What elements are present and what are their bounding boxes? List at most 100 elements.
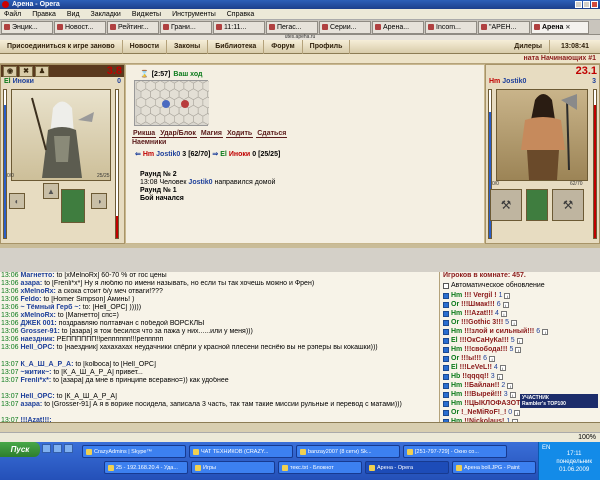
player-name[interactable]: !!!Шмак!!!	[461, 301, 495, 308]
chat-nick[interactable]: Магнетто:	[20, 272, 54, 279]
player-select-icon[interactable]	[443, 409, 449, 416]
chat-nick[interactable]: Feldo:	[20, 296, 41, 303]
strike-block-link[interactable]: Удар/Блок	[159, 130, 197, 138]
player-select-icon[interactable]	[443, 292, 449, 299]
hex-cell[interactable]	[193, 113, 204, 125]
tab[interactable]: Новост...	[54, 20, 106, 34]
player-name[interactable]: !!!ы!!!	[461, 355, 481, 362]
taskbar-button[interactable]: banzay2007 (8 сети) Sk...	[296, 445, 400, 458]
chat-nick[interactable]: азара:	[20, 280, 42, 287]
player-row[interactable]: El !!!ОкСаНуКа!!! 5 i	[440, 336, 600, 345]
menu-view[interactable]: Вид	[67, 11, 80, 18]
player-row[interactable]: Hb !!qqqq!! 3 i	[440, 372, 600, 381]
tab[interactable]: Серии...	[319, 20, 371, 34]
info-icon[interactable]: i	[502, 301, 509, 308]
player-select-icon[interactable]	[443, 328, 449, 335]
menu-edit[interactable]: Правка	[32, 11, 56, 18]
info-icon[interactable]: i	[516, 337, 523, 344]
taskbar-button[interactable]: [251-797-729] - Окно со...	[403, 445, 507, 458]
hex-cell[interactable]	[164, 113, 175, 125]
close-button[interactable]	[591, 1, 598, 8]
hex-cell[interactable]	[183, 113, 194, 125]
eye-icon[interactable]: ◉	[3, 65, 17, 77]
hex-cell[interactable]	[135, 113, 147, 125]
menu-widgets[interactable]: Виджеты	[132, 11, 161, 18]
chat-input-bar[interactable]	[0, 422, 600, 432]
player-name[interactable]: !!Байлан!!	[464, 382, 499, 389]
taskbar-button[interactable]: 25 - 192.168.20.4 - Уда...	[104, 461, 188, 474]
enemy-token-icon[interactable]	[181, 100, 189, 108]
hex-cell[interactable]	[154, 113, 166, 125]
player-name[interactable]: !!qqqq!!	[462, 373, 488, 380]
player-select-icon[interactable]	[443, 382, 449, 389]
player-select-icon[interactable]	[443, 337, 449, 344]
clock[interactable]: 17:11 понедельник 01.06.2009	[556, 450, 592, 474]
laws-link[interactable]: Законы	[167, 39, 209, 54]
tab[interactable]: Рейтинг...	[107, 20, 159, 34]
magic-link[interactable]: Магия	[199, 130, 223, 138]
surrender-link[interactable]: Сдаться	[256, 130, 288, 138]
player-row[interactable]: El !!!LeVeL!! 4 i	[440, 363, 600, 372]
hex-cell[interactable]	[145, 113, 156, 125]
player-select-icon[interactable]	[443, 373, 449, 380]
player-row[interactable]: Or !!!Gothic 3!!! 5 i	[440, 318, 600, 327]
player-select-icon[interactable]	[443, 301, 449, 308]
tab[interactable]: Пегас...	[266, 20, 318, 34]
axe-weapon-icon[interactable]: ⚒	[490, 189, 522, 221]
taskbar-button[interactable]: CrazyAdmins | Skype™	[82, 445, 186, 458]
quick-launch-icon[interactable]	[64, 444, 73, 453]
move-link[interactable]: Ходить	[225, 130, 254, 138]
player-select-icon[interactable]	[443, 310, 449, 317]
player-name[interactable]: !_NeMiRoF!_!	[461, 409, 506, 416]
chat-nick[interactable]: К_А_Ш_А_Р_А:	[20, 361, 73, 368]
menu-help[interactable]: Справка	[227, 11, 254, 18]
info-icon[interactable]: i	[507, 382, 514, 389]
chat-nick[interactable]: Hell_OPC:	[20, 393, 54, 400]
player-token-icon[interactable]	[162, 100, 170, 108]
chat-nick[interactable]: xMelnoRx:	[20, 312, 55, 319]
player-row[interactable]: Hm !!!злой и сильный!!! 6 i	[440, 327, 600, 336]
left-hand-slot-icon[interactable]: ◐	[9, 193, 25, 209]
menu-tools[interactable]: Инструменты	[172, 11, 216, 18]
chat-nick[interactable]: xMelnoRx:	[20, 288, 55, 295]
chat-nick[interactable]: Hell_OPC:	[20, 344, 54, 351]
player-row[interactable]: Hm !!Байлан!! 2 i	[440, 381, 600, 390]
quick-launch-icon[interactable]	[53, 444, 62, 453]
info-icon[interactable]: i	[514, 409, 521, 416]
info-icon[interactable]: i	[509, 391, 516, 398]
player-select-icon[interactable]	[443, 391, 449, 398]
dealers-link[interactable]: Дилеры	[507, 39, 550, 54]
log-user[interactable]: Jostik0	[188, 179, 212, 186]
player-select-icon[interactable]	[443, 364, 449, 371]
forum-link[interactable]: Форум	[264, 39, 303, 54]
mercenaries-link[interactable]: Наемники	[132, 139, 166, 146]
auto-refresh-toggle[interactable]: Автоматическое обновление	[440, 280, 600, 291]
info-icon[interactable]: i	[489, 355, 496, 362]
chat-nick[interactable]: ~ Тёмный Герб ~:	[20, 304, 80, 311]
chat-nick[interactable]: ~житик~:	[20, 369, 51, 376]
figure-icon[interactable]: ♟	[35, 65, 49, 77]
tab-active[interactable]: Арена ✕	[531, 20, 589, 34]
library-link[interactable]: Библиотека	[208, 39, 265, 54]
player-select-icon[interactable]	[443, 319, 449, 326]
chat-nick[interactable]: наездник:	[20, 336, 54, 343]
body-armor-icon[interactable]	[526, 189, 548, 221]
player-name[interactable]: !!!LeVeL!!	[460, 364, 492, 371]
info-icon[interactable]: i	[515, 346, 522, 353]
hex-battlefield[interactable]	[134, 80, 218, 126]
player-select-icon[interactable]	[443, 400, 449, 407]
axe-weapon-icon[interactable]: ⚒	[552, 189, 584, 221]
player-name[interactable]: !!!ОкСаНуКа!!!	[460, 337, 509, 344]
player-name[interactable]: !!!свобода!!!	[464, 346, 507, 353]
news-link[interactable]: Новости	[123, 39, 168, 54]
checkbox-icon[interactable]	[443, 282, 449, 289]
fighter-name[interactable]: Иноки	[13, 78, 34, 85]
menu-bookmarks[interactable]: Закладки	[91, 11, 121, 18]
player-name[interactable]: !!!Azat!!!	[464, 310, 493, 317]
zoom-level[interactable]: 100%	[578, 434, 596, 441]
taskbar-button[interactable]: Арена boll.JPG - Paint	[452, 461, 536, 474]
info-icon[interactable]: i	[542, 328, 549, 335]
body-armor-icon[interactable]	[61, 189, 85, 223]
player-name[interactable]: !!! Vergil !	[464, 292, 496, 299]
chat-nick[interactable]: Grosser-91:	[20, 328, 59, 335]
